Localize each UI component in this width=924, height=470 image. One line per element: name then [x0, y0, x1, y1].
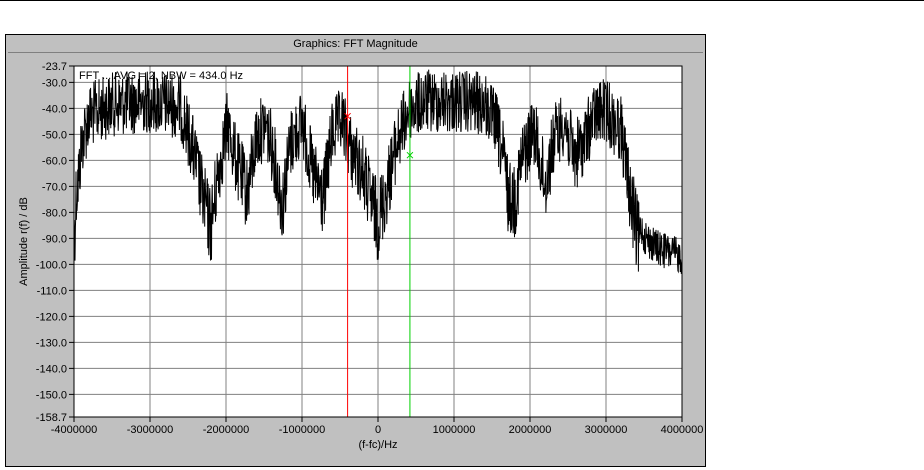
y-tick-label: -120.0	[36, 311, 67, 323]
y-tick-label: -40.0	[42, 103, 67, 115]
x-tick-label: 2000000	[509, 424, 552, 436]
fft-annotation: FFT ... AVG = 2, NBW = 434.0 Hz	[79, 70, 243, 82]
x-tick-label: 3000000	[585, 424, 628, 436]
y-tick-label: -100.0	[36, 259, 67, 271]
y-tick-label: -130.0	[36, 337, 67, 349]
y-tick-label: -70.0	[42, 181, 67, 193]
y-axis-label: Amplitude r(f) / dB	[18, 197, 30, 286]
x-tick-label: -2000000	[203, 424, 250, 436]
x-tick-label: 1000000	[433, 424, 476, 436]
y-tick-label: -110.0	[37, 285, 67, 297]
y-tick-label: -23.7	[42, 61, 67, 73]
y-tick-label: -158.7	[36, 412, 67, 424]
fft-magnitude-chart: FFT ... AVG = 2, NBW = 434.0 Hz -23.7 -30.…	[18, 61, 704, 451]
x-axis-label: (f-fc)/Hz	[358, 439, 397, 451]
y-tick-label: -80.0	[42, 207, 67, 219]
y-tick-label: -90.0	[42, 233, 67, 245]
x-tick-label: 0	[375, 424, 381, 436]
y-tick-label: -30.0	[42, 77, 67, 89]
x-tick-label: 4000000	[661, 424, 704, 436]
y-tick-label: -140.0	[36, 363, 67, 375]
x-tick-label: -3000000	[127, 424, 174, 436]
y-tick-label: -150.0	[36, 389, 67, 401]
y-tick-label: -50.0	[42, 129, 67, 141]
y-tick-label: -60.0	[42, 155, 67, 167]
x-tick-label: -4000000	[51, 424, 98, 436]
x-tick-label: -1000000	[279, 424, 326, 436]
